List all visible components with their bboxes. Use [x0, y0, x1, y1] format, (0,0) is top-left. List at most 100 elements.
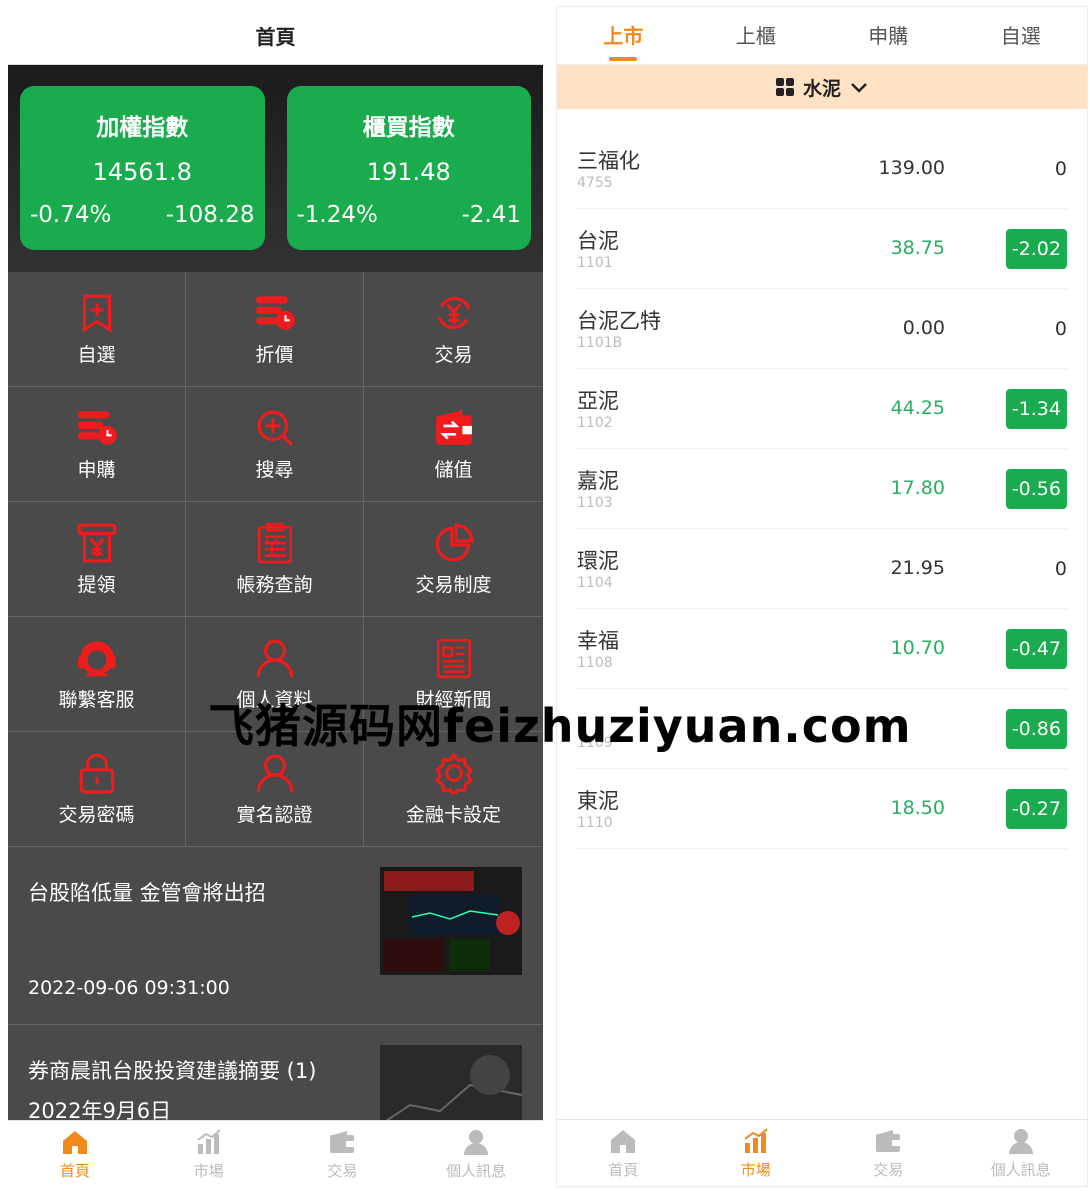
- news-title: 台股陷低量 金管會將出招: [28, 881, 266, 905]
- menu-item-deposit[interactable]: 儲值: [364, 387, 543, 502]
- watermark: 飞猪源码网feizhuziyuan.com: [208, 699, 912, 753]
- stock-change: 0: [1054, 558, 1067, 580]
- grid-icon: [775, 78, 794, 96]
- stock-change: -2.02: [1005, 229, 1067, 269]
- trade-wallet-icon: [876, 1129, 901, 1152]
- stock-price: 38.75: [890, 237, 945, 259]
- tab-watchlist[interactable]: 自選: [955, 7, 1088, 65]
- menu-item-withdraw[interactable]: 提領: [8, 502, 186, 617]
- stock-price: 44.25: [890, 397, 945, 419]
- menu-item-watchlist[interactable]: 自選: [8, 272, 186, 387]
- menu-label: 搜尋: [255, 458, 294, 481]
- subscribe-clock-icon: [77, 410, 117, 445]
- stock-row[interactable]: 幸福 1108 10.70 -0.47: [577, 609, 1067, 689]
- index-value: 191.48: [366, 158, 451, 186]
- person-icon: [1008, 1128, 1033, 1154]
- menu-label: 申購: [77, 458, 116, 481]
- tab-trade[interactable]: 交易: [822, 1120, 955, 1186]
- tab-personal[interactable]: 個人訊息: [955, 1120, 1088, 1186]
- stock-row[interactable]: 環泥 1104 21.95 0: [577, 529, 1067, 609]
- menu-label: 交易密碼: [58, 803, 135, 826]
- stock-name: 環泥: [577, 549, 619, 573]
- bottom-tab-bar: 首頁 市場 交易 個人訊息: [8, 1120, 543, 1187]
- stock-row[interactable]: 台泥 1101 38.75 -2.02: [577, 209, 1067, 289]
- tab-label: 個人訊息: [990, 1160, 1051, 1179]
- user-icon: [256, 639, 293, 677]
- index-hero: 加權指數 14561.8 -0.74% -108.28 櫃買指數 191.48 …: [8, 65, 543, 272]
- stock-name: 台泥乙特: [577, 309, 661, 333]
- tab-home[interactable]: 首頁: [557, 1120, 690, 1186]
- stock-change: -0.47: [1005, 629, 1067, 669]
- menu-label: 自選: [77, 343, 116, 366]
- tab-label: 首頁: [59, 1161, 90, 1180]
- tab-label: 交易: [873, 1160, 904, 1179]
- tab-market[interactable]: 市場: [690, 1120, 823, 1186]
- tab-listed[interactable]: 上市: [557, 7, 690, 65]
- tab-label: 交易: [327, 1161, 358, 1180]
- stock-row[interactable]: 三福化 4755 139.00 0: [577, 129, 1067, 209]
- news-item[interactable]: 台股陷低量 金管會將出招 2022-09-06 09:31:00: [8, 847, 543, 1025]
- stock-name: 三福化: [577, 149, 640, 173]
- tab-market[interactable]: 市場: [142, 1121, 276, 1187]
- stock-name: 幸福: [577, 629, 619, 653]
- chevron-down-icon: [851, 83, 867, 93]
- news-thumbnail: [380, 867, 522, 975]
- index-pct: -0.74%: [30, 202, 112, 228]
- tab-personal[interactable]: 個人訊息: [409, 1121, 543, 1187]
- index-chg: -108.28: [165, 202, 255, 228]
- stock-row[interactable]: 嘉泥 1103 17.80 -0.56: [577, 449, 1067, 529]
- index-name: 櫃買指數: [362, 115, 455, 141]
- news-title: 券商晨訊台股投資建議摘要 (1) 2022年9月6日: [28, 1059, 317, 1123]
- menu-item-search[interactable]: 搜尋: [186, 387, 364, 502]
- menu-item-subscribe[interactable]: 申購: [8, 387, 186, 502]
- index-chg: -2.41: [461, 202, 521, 228]
- stock-code: 1104: [577, 575, 613, 591]
- stock-change: 0: [1054, 318, 1067, 340]
- stock-price: 139.00: [878, 157, 945, 179]
- tab-label: 市場: [193, 1161, 224, 1180]
- stock-name: 亞泥: [577, 389, 619, 413]
- category-label: 水泥: [802, 77, 841, 100]
- menu-item-trade-password[interactable]: 交易密碼: [8, 732, 186, 847]
- stock-change: 0: [1054, 158, 1067, 180]
- stock-code: 1108: [577, 655, 613, 671]
- menu-item-trading-rules[interactable]: 交易制度: [364, 502, 543, 617]
- index-card-taiex[interactable]: 加權指數 14561.8 -0.74% -108.28: [20, 86, 265, 250]
- stock-code: 1110: [577, 815, 613, 831]
- customer-service-icon: [77, 640, 116, 676]
- menu-label: 金融卡設定: [405, 803, 501, 826]
- stock-name: 台泥: [577, 229, 619, 253]
- index-pct: -1.24%: [296, 202, 378, 228]
- withdraw-yen-icon: [77, 523, 116, 562]
- stock-code: 1101: [577, 255, 613, 271]
- category-selector[interactable]: 水泥: [557, 65, 1087, 109]
- menu-item-trade[interactable]: 交易: [364, 272, 543, 387]
- index-name: 加權指數: [96, 115, 189, 141]
- tab-home[interactable]: 首頁: [8, 1121, 142, 1187]
- menu-item-discount[interactable]: 折價: [186, 272, 364, 387]
- menu-label: 交易: [434, 343, 473, 366]
- menu-label: 聯繫客服: [58, 688, 135, 711]
- stock-change: -0.56: [1005, 469, 1067, 509]
- stock-price: 10.70: [890, 637, 945, 659]
- stock-row[interactable]: 亞泥 1102 44.25 -1.34: [577, 369, 1067, 449]
- menu-label: 儲值: [434, 458, 473, 481]
- news-date: 2022-09-06 09:31:00: [28, 977, 230, 999]
- menu-item-customer-service[interactable]: 聯繫客服: [8, 617, 186, 732]
- tab-label: 個人訊息: [446, 1161, 507, 1180]
- index-card-otc[interactable]: 櫃買指數 191.48 -1.24% -2.41: [286, 86, 531, 250]
- stock-row[interactable]: 東泥 1110 18.50 -0.27: [577, 769, 1067, 849]
- tab-otc[interactable]: 上櫃: [690, 7, 823, 65]
- tab-trade[interactable]: 交易: [276, 1121, 410, 1187]
- stock-row[interactable]: 台泥乙特 1101B 0.00 0: [577, 289, 1067, 369]
- gear-icon: [434, 752, 473, 794]
- tab-ipo[interactable]: 申購: [822, 7, 955, 65]
- stock-code: 4755: [577, 175, 613, 191]
- stock-change: -1.34: [1005, 389, 1067, 429]
- lock-icon: [79, 753, 114, 793]
- home-icon: [62, 1130, 87, 1154]
- user-verify-icon: [256, 754, 293, 792]
- stock-code: 1101B: [577, 335, 623, 351]
- menu-label: 實名認證: [236, 803, 313, 826]
- menu-item-account-query[interactable]: 帳務查詢: [186, 502, 364, 617]
